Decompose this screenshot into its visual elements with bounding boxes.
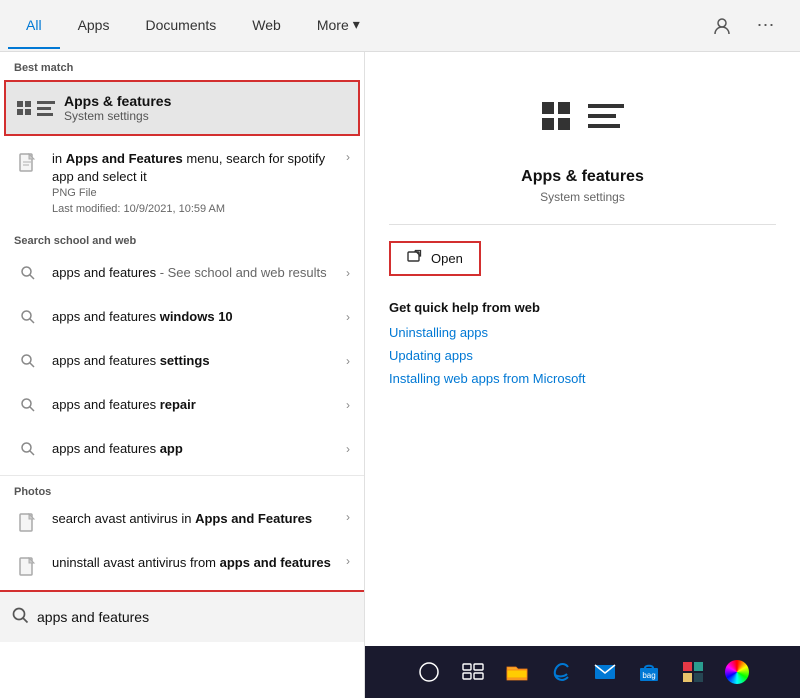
- web-result-text-3: apps and features repair: [52, 396, 346, 414]
- chevron-right-icon-4: ›: [346, 442, 350, 456]
- user-icon[interactable]: [704, 8, 740, 44]
- web-result-1[interactable]: apps and features windows 10 ›: [0, 295, 364, 339]
- search-bar: [0, 590, 364, 642]
- app-preview-icon: [543, 76, 623, 156]
- file-modified: Last modified: 10/9/2021, 10:59 AM: [52, 202, 346, 217]
- app-preview-title: Apps & features: [521, 168, 644, 186]
- photo-icon-1: [14, 554, 42, 582]
- taskbar-store-icon[interactable]: bag: [631, 654, 667, 690]
- search-bar-icon: [12, 607, 29, 628]
- web-result-text-2: apps and features settings: [52, 352, 346, 370]
- nav-tabs: All Apps Documents Web More ▾: [8, 2, 704, 49]
- web-result-text-1: apps and features windows 10: [52, 308, 346, 326]
- best-match-subtitle: System settings: [64, 109, 171, 123]
- svg-text:bag: bag: [642, 671, 655, 680]
- quick-help-title: Get quick help from web: [389, 300, 776, 315]
- app-preview: Apps & features System settings: [389, 76, 776, 225]
- file-description: in Apps and Features menu, search for sp…: [52, 150, 346, 186]
- quick-help-item-0[interactable]: Uninstalling apps: [389, 325, 776, 340]
- photos-section: Photos search avast antivirus in Apps an…: [0, 475, 364, 590]
- taskbar-cortana-icon[interactable]: [411, 654, 447, 690]
- chevron-right-icon: ›: [346, 150, 350, 164]
- open-icon: [407, 249, 423, 268]
- search-icon-2: [14, 347, 42, 375]
- chevron-right-icon-photo-0: ›: [346, 510, 350, 524]
- tab-all[interactable]: All: [8, 3, 60, 49]
- search-icon-3: [14, 391, 42, 419]
- school-web-label: Search school and web: [0, 225, 364, 251]
- quick-help: Get quick help from web Uninstalling app…: [389, 300, 776, 394]
- open-button-container: Open: [389, 241, 776, 276]
- open-button-label: Open: [431, 251, 463, 266]
- web-result-4[interactable]: apps and features app ›: [0, 427, 364, 471]
- chevron-right-icon-0: ›: [346, 266, 350, 280]
- right-panel: Apps & features System settings Open: [365, 52, 800, 698]
- search-icon-1: [14, 303, 42, 331]
- tab-more[interactable]: More ▾: [299, 2, 378, 49]
- chevron-right-icon-1: ›: [346, 310, 350, 324]
- photo-result-0[interactable]: search avast antivirus in Apps and Featu…: [0, 502, 364, 546]
- web-result-text-4: apps and features app: [52, 440, 346, 458]
- chevron-right-icon-3: ›: [346, 398, 350, 412]
- chevron-right-icon-2: ›: [346, 354, 350, 368]
- web-result-3[interactable]: apps and features repair ›: [0, 383, 364, 427]
- tab-documents[interactable]: Documents: [127, 3, 234, 49]
- photo-icon-0: [14, 510, 42, 538]
- photo-result-text-1: uninstall avast antivirus from apps and …: [52, 554, 346, 572]
- tab-apps[interactable]: Apps: [60, 3, 128, 49]
- open-button[interactable]: Open: [389, 241, 481, 276]
- apps-features-icon: [20, 92, 52, 124]
- search-icon-0: [14, 259, 42, 287]
- web-result-text-0: apps and features - See school and web r…: [52, 264, 346, 282]
- file-result-item[interactable]: in Apps and Features menu, search for sp…: [0, 142, 364, 225]
- taskbar-task-view-icon[interactable]: [455, 654, 491, 690]
- photo-result-1[interactable]: uninstall avast antivirus from apps and …: [0, 546, 364, 590]
- best-match-label: Best match: [0, 52, 364, 80]
- taskbar-explorer-icon[interactable]: [499, 654, 535, 690]
- nav-icons: ⋯: [704, 8, 792, 44]
- taskbar-color-icon[interactable]: [719, 654, 755, 690]
- best-match-text: Apps & features System settings: [64, 93, 171, 123]
- app-preview-subtitle: System settings: [540, 190, 625, 204]
- taskbar-edge-icon[interactable]: [543, 654, 579, 690]
- taskbar: bag: [365, 646, 800, 698]
- taskbar-mail-icon[interactable]: [587, 654, 623, 690]
- best-match-item[interactable]: Apps & features System settings: [4, 80, 360, 136]
- left-panel: Best match: [0, 52, 365, 698]
- tab-web[interactable]: Web: [234, 3, 299, 49]
- photo-result-text-0: search avast antivirus in Apps and Featu…: [52, 510, 346, 528]
- web-result-2[interactable]: apps and features settings ›: [0, 339, 364, 383]
- file-result-text: in Apps and Features menu, search for sp…: [52, 150, 346, 217]
- search-icon-4: [14, 435, 42, 463]
- file-icon: [14, 150, 42, 178]
- taskbar-tiles-icon[interactable]: [675, 654, 711, 690]
- more-options-icon[interactable]: ⋯: [748, 8, 784, 44]
- chevron-down-icon: ▾: [353, 16, 360, 33]
- best-match-title: Apps & features: [64, 93, 171, 109]
- photos-label: Photos: [0, 476, 364, 502]
- quick-help-item-1[interactable]: Updating apps: [389, 348, 776, 363]
- quick-help-item-2[interactable]: Installing web apps from Microsoft: [389, 371, 776, 386]
- chevron-right-icon-photo-1: ›: [346, 554, 350, 568]
- top-nav: All Apps Documents Web More ▾ ⋯: [0, 0, 800, 52]
- main-content: Best match: [0, 52, 800, 698]
- file-type: PNG File: [52, 186, 346, 201]
- web-result-0[interactable]: apps and features - See school and web r…: [0, 251, 364, 295]
- search-input[interactable]: [37, 609, 352, 625]
